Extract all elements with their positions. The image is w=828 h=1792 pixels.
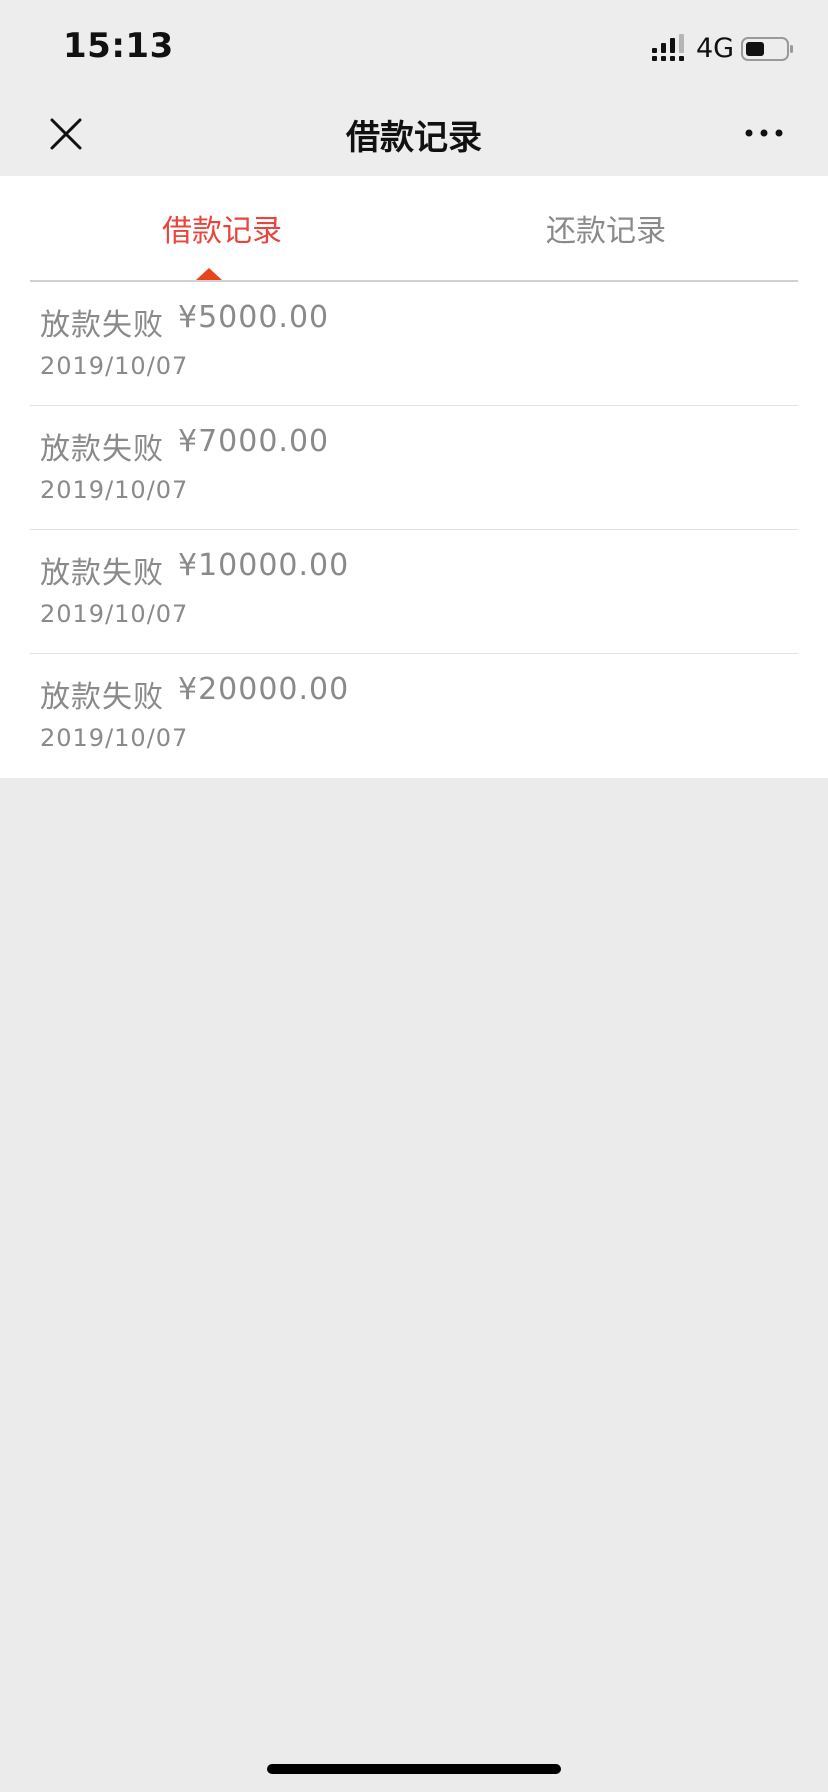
home-indicator[interactable] (267, 1764, 561, 1774)
tab-bar: 借款记录 还款记录 (30, 176, 798, 282)
record-date: 2019/10/07 (40, 600, 189, 628)
record-status: 放款失败 (40, 308, 164, 343)
record-status: 放款失败 (40, 680, 164, 715)
record-status: 放款失败 (40, 556, 164, 591)
status-time: 15:13 (63, 26, 174, 66)
list-item[interactable]: 放款失败 ¥7000.00 2019/10/07 (30, 406, 798, 530)
record-amount: ¥10000.00 (178, 548, 350, 583)
list-item[interactable]: 放款失败 ¥10000.00 2019/10/07 (30, 530, 798, 654)
list-item[interactable]: 放款失败 ¥5000.00 2019/10/07 (30, 282, 798, 406)
record-date: 2019/10/07 (40, 724, 189, 752)
battery-icon (741, 37, 793, 61)
record-date: 2019/10/07 (40, 476, 189, 504)
record-date: 2019/10/07 (40, 352, 189, 380)
status-bar: 15:13 4G (0, 0, 828, 96)
more-icon[interactable] (744, 126, 784, 140)
tab-repayment-records[interactable]: 还款记录 (414, 206, 798, 250)
nav-bar: 借款记录 (0, 96, 828, 176)
record-status: 放款失败 (40, 432, 164, 467)
record-amount: ¥20000.00 (178, 672, 350, 707)
signal-icon (652, 34, 684, 61)
network-label: 4G (696, 33, 735, 64)
active-tab-indicator (196, 268, 222, 280)
record-amount: ¥7000.00 (178, 424, 330, 459)
record-list: 放款失败 ¥5000.00 2019/10/07 放款失败 ¥7000.00 2… (30, 282, 798, 777)
records-panel: 借款记录 还款记录 放款失败 ¥5000.00 2019/10/07 放款失败 … (0, 176, 828, 778)
list-item[interactable]: 放款失败 ¥20000.00 2019/10/07 (30, 654, 798, 777)
record-amount: ¥5000.00 (178, 300, 330, 335)
page-title: 借款记录 (346, 118, 482, 158)
tab-loan-records[interactable]: 借款记录 (30, 206, 414, 250)
